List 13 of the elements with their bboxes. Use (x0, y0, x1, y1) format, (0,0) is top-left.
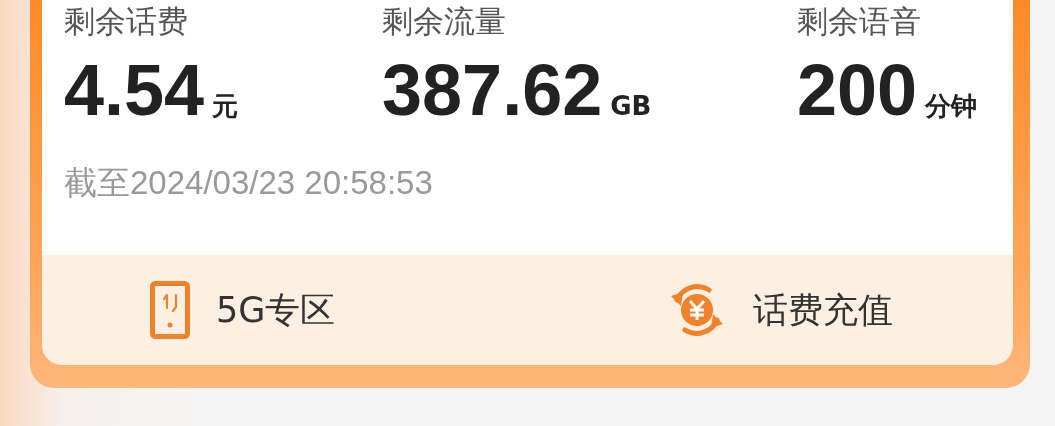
shortcut-button[interactable]: 5G专区 (0, 255, 539, 365)
balance-value: 4.54 (64, 52, 205, 128)
balance-unit: 分钟 (925, 90, 978, 123)
balance-label: 剩余流量 (382, 2, 507, 40)
phone-icon (150, 281, 190, 339)
balance-unit: 元 (212, 90, 239, 123)
balance-value: 200 (797, 52, 918, 128)
balance-label: 剩余语音 (797, 2, 922, 40)
balance-unit: GB (610, 91, 652, 121)
shortcut-button[interactable]: 话费充值 (538, 255, 1055, 365)
balance-value: 387.62 (382, 52, 603, 128)
update-time: 截至2024/03/23 20:58:53 (64, 163, 434, 203)
balance-label: 剩余话费 (64, 2, 189, 40)
